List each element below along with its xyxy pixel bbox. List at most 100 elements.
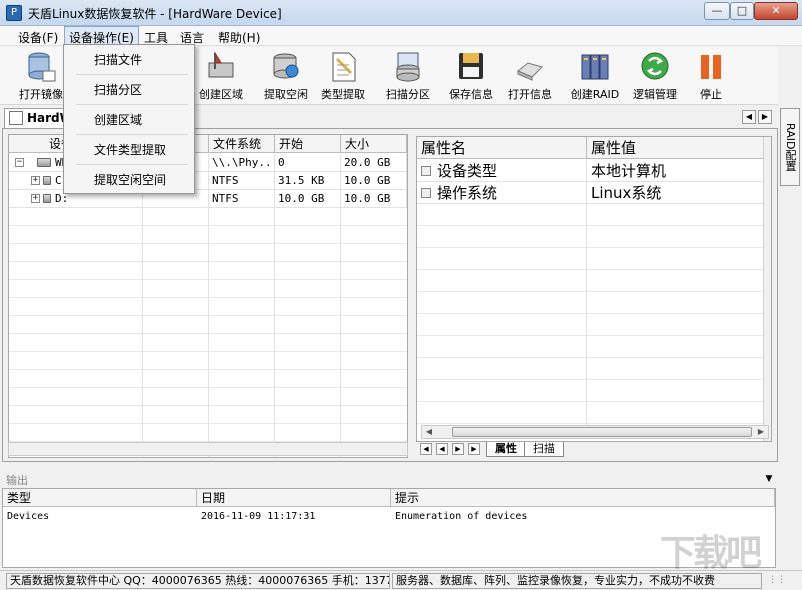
menu-bar: 设备(F) 设备操作(E) 工具 语言 帮助(H) bbox=[0, 26, 802, 46]
toolbar-type-extract-button[interactable]: 类型提取 bbox=[320, 49, 366, 102]
toolbar-stop-button[interactable]: 停止 bbox=[694, 49, 728, 102]
property-row[interactable]: 设备类型 本地计算机 bbox=[417, 160, 771, 182]
toolbar-extract-free-button[interactable]: 提取空闲 bbox=[263, 49, 309, 102]
first-tab-icon[interactable]: ◀ bbox=[420, 443, 432, 455]
device-filesystem: NTFS bbox=[209, 172, 275, 190]
scan-partition-icon bbox=[396, 52, 420, 82]
extract-free-icon bbox=[273, 53, 299, 79]
toolbar-label: 提取空闲 bbox=[264, 88, 308, 101]
vertical-scrollbar[interactable] bbox=[763, 137, 771, 441]
scroll-thumb[interactable] bbox=[452, 427, 752, 437]
property-name: 设备类型 bbox=[437, 162, 498, 180]
property-lock-icon bbox=[421, 166, 431, 176]
property-row[interactable]: 操作系统 Linux系统 bbox=[417, 182, 771, 204]
device-start: 10.0 GB bbox=[275, 190, 341, 208]
minimize-button[interactable]: — bbox=[704, 2, 730, 20]
tab-scan[interactable]: 扫描 bbox=[524, 442, 564, 457]
prev-tab-icon[interactable]: ◀ bbox=[436, 443, 448, 455]
title-bar: P 天盾Linux数据恢复软件 - [HardWare Device] — □ … bbox=[0, 0, 802, 26]
property-grid-header: 属性名 属性值 bbox=[417, 137, 771, 159]
device-size: 10.0 GB bbox=[341, 190, 407, 208]
toolbar-label: 扫描分区 bbox=[386, 88, 430, 101]
menu-separator bbox=[76, 74, 188, 75]
device-filesystem: NTFS bbox=[209, 190, 275, 208]
toolbar-label: 打开镜像 bbox=[19, 88, 63, 101]
output-date: 2016-11-09 11:17:31 bbox=[201, 511, 316, 522]
menu-scan-files[interactable]: 扫描文件 bbox=[64, 47, 194, 73]
status-bar: 天盾数据恢复软件中心 QQ：4000076365 热线：4000076365 手… bbox=[0, 570, 802, 590]
document-tab[interactable]: HardWare Device bbox=[4, 108, 66, 128]
column-header-start[interactable]: 开始 bbox=[275, 135, 341, 153]
menu-help[interactable]: 帮助(H) bbox=[218, 29, 260, 46]
toolbar-create-raid-button[interactable]: 创建RAID bbox=[570, 49, 620, 102]
close-button[interactable]: ✕ bbox=[754, 2, 798, 20]
logic-manager-icon bbox=[641, 52, 669, 80]
scroll-right-icon[interactable]: ▶ bbox=[754, 426, 768, 438]
tab-properties[interactable]: 属性 bbox=[486, 442, 526, 457]
toolbar-open-image-button[interactable]: 打开镜像 bbox=[18, 49, 64, 102]
menu-file-type-extract[interactable]: 文件类型提取 bbox=[64, 137, 194, 163]
tab-scroll-right-icon[interactable]: ▶ bbox=[758, 110, 772, 124]
maximize-button[interactable]: □ bbox=[730, 2, 754, 20]
toolbar-scan-partition-button[interactable]: 扫描分区 bbox=[385, 49, 431, 102]
toolbar-label: 保存信息 bbox=[449, 88, 493, 101]
menu-create-region[interactable]: 创建区域 bbox=[64, 107, 194, 133]
next-tab-icon[interactable]: ▶ bbox=[452, 443, 464, 455]
scroll-left-icon[interactable]: ◀ bbox=[422, 426, 436, 438]
status-contact-text: 天盾数据恢复软件中心 QQ：4000076365 热线：4000076365 手… bbox=[6, 573, 390, 589]
column-header-filesystem[interactable]: 文件系统 bbox=[209, 135, 275, 153]
toolbar-save-info-button[interactable]: 保存信息 bbox=[448, 49, 494, 102]
column-header-size[interactable]: 大小 bbox=[341, 135, 407, 153]
menu-extract-free-space[interactable]: 提取空闲空间 bbox=[64, 167, 194, 193]
toolbar-logic-manager-button[interactable]: 逻辑管理 bbox=[630, 49, 680, 102]
window-title: 天盾Linux数据恢复软件 - [HardWare Device] bbox=[28, 7, 282, 21]
last-tab-icon[interactable]: ▶ bbox=[468, 443, 480, 455]
device-horizontal-scrollbar[interactable] bbox=[8, 442, 408, 456]
column-header-property-value[interactable]: 属性值 bbox=[587, 137, 767, 159]
tree-collapse-icon[interactable]: − bbox=[15, 158, 24, 167]
resize-grip-icon[interactable]: ⋮⋮ bbox=[768, 575, 788, 589]
horizontal-scrollbar[interactable]: ◀ ▶ bbox=[421, 425, 769, 439]
partition-icon bbox=[43, 194, 51, 203]
property-lock-icon bbox=[421, 188, 431, 198]
create-region-icon bbox=[208, 51, 234, 78]
column-header-hint[interactable]: 提示 bbox=[391, 489, 775, 507]
column-header-property-name[interactable]: 属性名 bbox=[417, 137, 587, 159]
device-size: 20.0 GB bbox=[341, 154, 407, 172]
output-type: Devices bbox=[7, 511, 50, 522]
tree-expand-icon[interactable]: + bbox=[31, 194, 40, 203]
toolbar-label: 创建区域 bbox=[199, 88, 243, 101]
device-size: 10.0 GB bbox=[341, 172, 407, 190]
device-start: 0 bbox=[275, 154, 341, 172]
document-tab-label: HardWare Device bbox=[27, 111, 65, 125]
menu-separator bbox=[76, 134, 188, 135]
toolbar-open-info-button[interactable]: 打开信息 bbox=[507, 49, 553, 102]
empty-grid-area bbox=[417, 204, 771, 426]
status-slogan-text: 服务器、数据库、阵列、监控录像恢复，专业实力，不成功不收费 bbox=[392, 573, 762, 589]
menu-device-operations[interactable]: 设备操作(E) bbox=[64, 26, 139, 46]
toolbar-label: 停止 bbox=[700, 88, 722, 101]
raid-icon bbox=[581, 54, 609, 80]
partition-icon bbox=[43, 176, 51, 185]
empty-grid-area bbox=[9, 208, 407, 457]
tree-expand-icon[interactable]: + bbox=[31, 176, 40, 185]
toolbar-label: 打开信息 bbox=[508, 88, 552, 101]
open-info-icon bbox=[517, 62, 543, 81]
hard-drive-icon bbox=[37, 158, 51, 167]
menu-separator bbox=[76, 104, 188, 105]
floppy-disk-icon bbox=[459, 53, 483, 79]
menu-separator bbox=[76, 164, 188, 165]
toolbar-label: 类型提取 bbox=[321, 88, 365, 101]
menu-device[interactable]: 设备(F) bbox=[18, 29, 58, 46]
menu-scan-partition[interactable]: 扫描分区 bbox=[64, 77, 194, 103]
output-grid-header: 类型 日期 提示 bbox=[3, 489, 775, 507]
tab-scroll-left-icon[interactable]: ◀ bbox=[742, 110, 756, 124]
pin-icon[interactable]: ▼ bbox=[764, 474, 774, 484]
raid-config-tab[interactable]: RAID配置 bbox=[780, 108, 800, 186]
column-header-date[interactable]: 日期 bbox=[197, 489, 391, 507]
stop-icon bbox=[701, 55, 721, 79]
toolbar-create-region-button[interactable]: 创建区域 bbox=[198, 49, 244, 102]
app-icon: P bbox=[6, 5, 22, 21]
column-header-type[interactable]: 类型 bbox=[3, 489, 197, 507]
property-name: 操作系统 bbox=[437, 184, 498, 202]
